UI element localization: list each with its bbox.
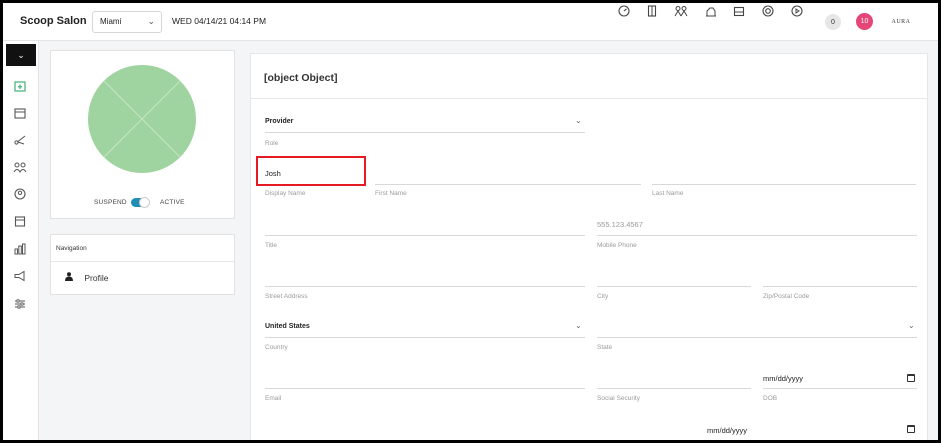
- navigation-card: Navigation Profile: [50, 234, 235, 295]
- last-name-field[interactable]: [652, 184, 916, 185]
- add-employee-card: [object Object] Provider ⌄ Role Josh Dis…: [250, 53, 928, 440]
- highlight-box: [256, 156, 366, 186]
- location-select[interactable]: Miami ⌄: [92, 11, 162, 33]
- chevron-down-icon: ⌄: [908, 321, 915, 330]
- mobile-phone-label: Mobile Phone: [597, 242, 637, 249]
- street-address-field[interactable]: [265, 286, 585, 287]
- sidebar: ⌄: [3, 41, 39, 440]
- account-circle-icon[interactable]: [11, 185, 29, 203]
- chevron-down-icon: ⌄: [575, 116, 582, 125]
- inbox-tray-icon[interactable]: [731, 3, 747, 19]
- city-label: City: [597, 293, 609, 300]
- brand-name: Scoop Salon: [20, 15, 87, 27]
- last-name-label: Last Name: [652, 190, 684, 197]
- nav-item-label: Profile: [84, 273, 109, 283]
- first-name-field[interactable]: [375, 184, 641, 185]
- top-bar: Scoop Salon Miami ⌄ WED 04/14/21 04:14 P…: [3, 3, 938, 41]
- mobile-phone-underline: [597, 235, 917, 236]
- bar-chart-icon[interactable]: [11, 240, 29, 258]
- role-label: Role: [265, 140, 279, 147]
- scissors-icon[interactable]: [11, 131, 29, 149]
- street-address-label: Street Address: [265, 293, 308, 300]
- calendar-icon[interactable]: [11, 104, 29, 122]
- page-title: [object Object]: [264, 72, 338, 84]
- secondary-date-placeholder: mm/dd/yyyy: [707, 426, 748, 435]
- title-label: Title: [265, 242, 278, 249]
- sidebar-collapse-button[interactable]: ⌄: [6, 44, 36, 66]
- display-name-label: Display Name: [265, 190, 306, 197]
- status-toggle-row: SUSPEND ACTIVE: [51, 197, 236, 209]
- door-icon[interactable]: [644, 3, 660, 19]
- app-window: Scoop Salon Miami ⌄ WED 04/14/21 04:14 P…: [3, 3, 938, 440]
- suspend-label: SUSPEND: [94, 199, 127, 206]
- money-bag-icon[interactable]: [703, 3, 719, 19]
- divider: [51, 261, 234, 262]
- megaphone-icon[interactable]: [11, 267, 29, 285]
- mobile-phone-placeholder: 555.123.4567: [597, 220, 643, 229]
- avatar-placeholder[interactable]: [88, 65, 196, 173]
- zip-label: Zip/Postal Code: [763, 293, 810, 300]
- role-underline: [265, 132, 585, 133]
- state-label: State: [597, 344, 613, 351]
- toggle-knob: [139, 197, 150, 208]
- dob-underline: [763, 388, 917, 389]
- country-value: United States: [265, 323, 310, 330]
- social-security-label: Social Security: [597, 395, 640, 402]
- navigation-title: Navigation: [56, 245, 87, 252]
- calendar-add-icon[interactable]: [11, 77, 29, 95]
- first-name-label: First Name: [375, 190, 407, 197]
- social-security-field[interactable]: [597, 388, 751, 389]
- lifebuoy-icon[interactable]: [760, 3, 776, 19]
- team-icon[interactable]: [11, 158, 29, 176]
- city-field[interactable]: [597, 286, 751, 287]
- current-datetime: WED 04/14/21 04:14 PM: [172, 16, 267, 26]
- email-label: Email: [265, 395, 282, 402]
- state-underline: [597, 337, 917, 338]
- zip-field[interactable]: [763, 286, 917, 287]
- role-value: Provider: [265, 118, 294, 125]
- register-icon[interactable]: [11, 212, 29, 230]
- dob-label: DOB: [763, 395, 778, 402]
- settings-sliders-icon[interactable]: [11, 295, 29, 313]
- location-value: Miami: [100, 17, 122, 26]
- status-toggle[interactable]: [131, 197, 150, 208]
- title-field[interactable]: [265, 235, 585, 236]
- profile-card: SUSPEND ACTIVE: [50, 50, 235, 219]
- country-label: Country: [265, 344, 288, 351]
- play-circle-icon[interactable]: [789, 3, 805, 19]
- people-icon[interactable]: [673, 3, 689, 19]
- email-field[interactable]: [265, 388, 585, 389]
- dob-placeholder: mm/dd/yyyy: [763, 374, 804, 383]
- notification-badge-count[interactable]: 10: [856, 13, 873, 30]
- speedometer-icon[interactable]: [616, 3, 632, 19]
- calendar-icon[interactable]: [907, 425, 915, 433]
- card-header: [object Object]: [251, 54, 927, 99]
- country-underline: [265, 337, 585, 338]
- chevron-down-icon: ⌄: [147, 16, 155, 26]
- chevron-down-icon: ⌄: [575, 321, 582, 330]
- active-label: ACTIVE: [160, 199, 185, 206]
- nav-item-profile[interactable]: Profile: [65, 272, 108, 283]
- person-icon: [65, 272, 73, 283]
- user-logo[interactable]: AURA: [885, 13, 917, 30]
- calendar-icon[interactable]: [907, 374, 915, 382]
- notification-badge-zero[interactable]: 0: [825, 14, 841, 30]
